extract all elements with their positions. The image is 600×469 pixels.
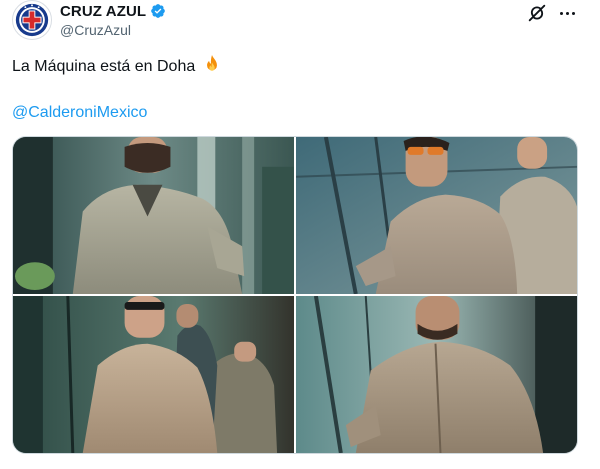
cruz-azul-crest-avatar[interactable] bbox=[12, 0, 52, 40]
photo-4-image bbox=[296, 296, 577, 453]
display-name[interactable]: CRUZ AZUL bbox=[60, 3, 146, 20]
verified-badge-icon[interactable] bbox=[150, 3, 166, 19]
photo-4[interactable] bbox=[296, 296, 577, 453]
more-options-icon bbox=[559, 11, 563, 15]
mention-link[interactable]: @CalderoniMexico bbox=[12, 102, 147, 124]
display-name-row: CRUZ AZUL bbox=[60, 2, 166, 20]
more-options-dot bbox=[565, 11, 569, 15]
photo-3-image bbox=[13, 296, 294, 453]
photo-2[interactable] bbox=[296, 137, 577, 294]
fire-icon bbox=[206, 55, 217, 71]
tweet-text: La Máquina está en Doha bbox=[12, 54, 221, 78]
photo-3[interactable] bbox=[13, 296, 294, 453]
tweet-text-content: La Máquina está en Doha bbox=[12, 58, 196, 75]
account-names: CRUZ AZUL @CruzAzul bbox=[60, 2, 166, 38]
photo-1-image bbox=[13, 137, 294, 294]
media-grid bbox=[12, 136, 578, 454]
more-options-dot bbox=[571, 11, 575, 15]
more-options-button[interactable] bbox=[556, 2, 578, 24]
grok-icon bbox=[528, 4, 546, 22]
account-handle[interactable]: @CruzAzul bbox=[60, 22, 166, 38]
tweet-header: CRUZ AZUL @CruzAzul bbox=[10, 0, 590, 44]
photo-1[interactable] bbox=[13, 137, 294, 294]
grok-button[interactable] bbox=[526, 2, 548, 24]
photo-2-image bbox=[296, 137, 577, 294]
cruz-azul-crest-icon bbox=[13, 1, 51, 39]
